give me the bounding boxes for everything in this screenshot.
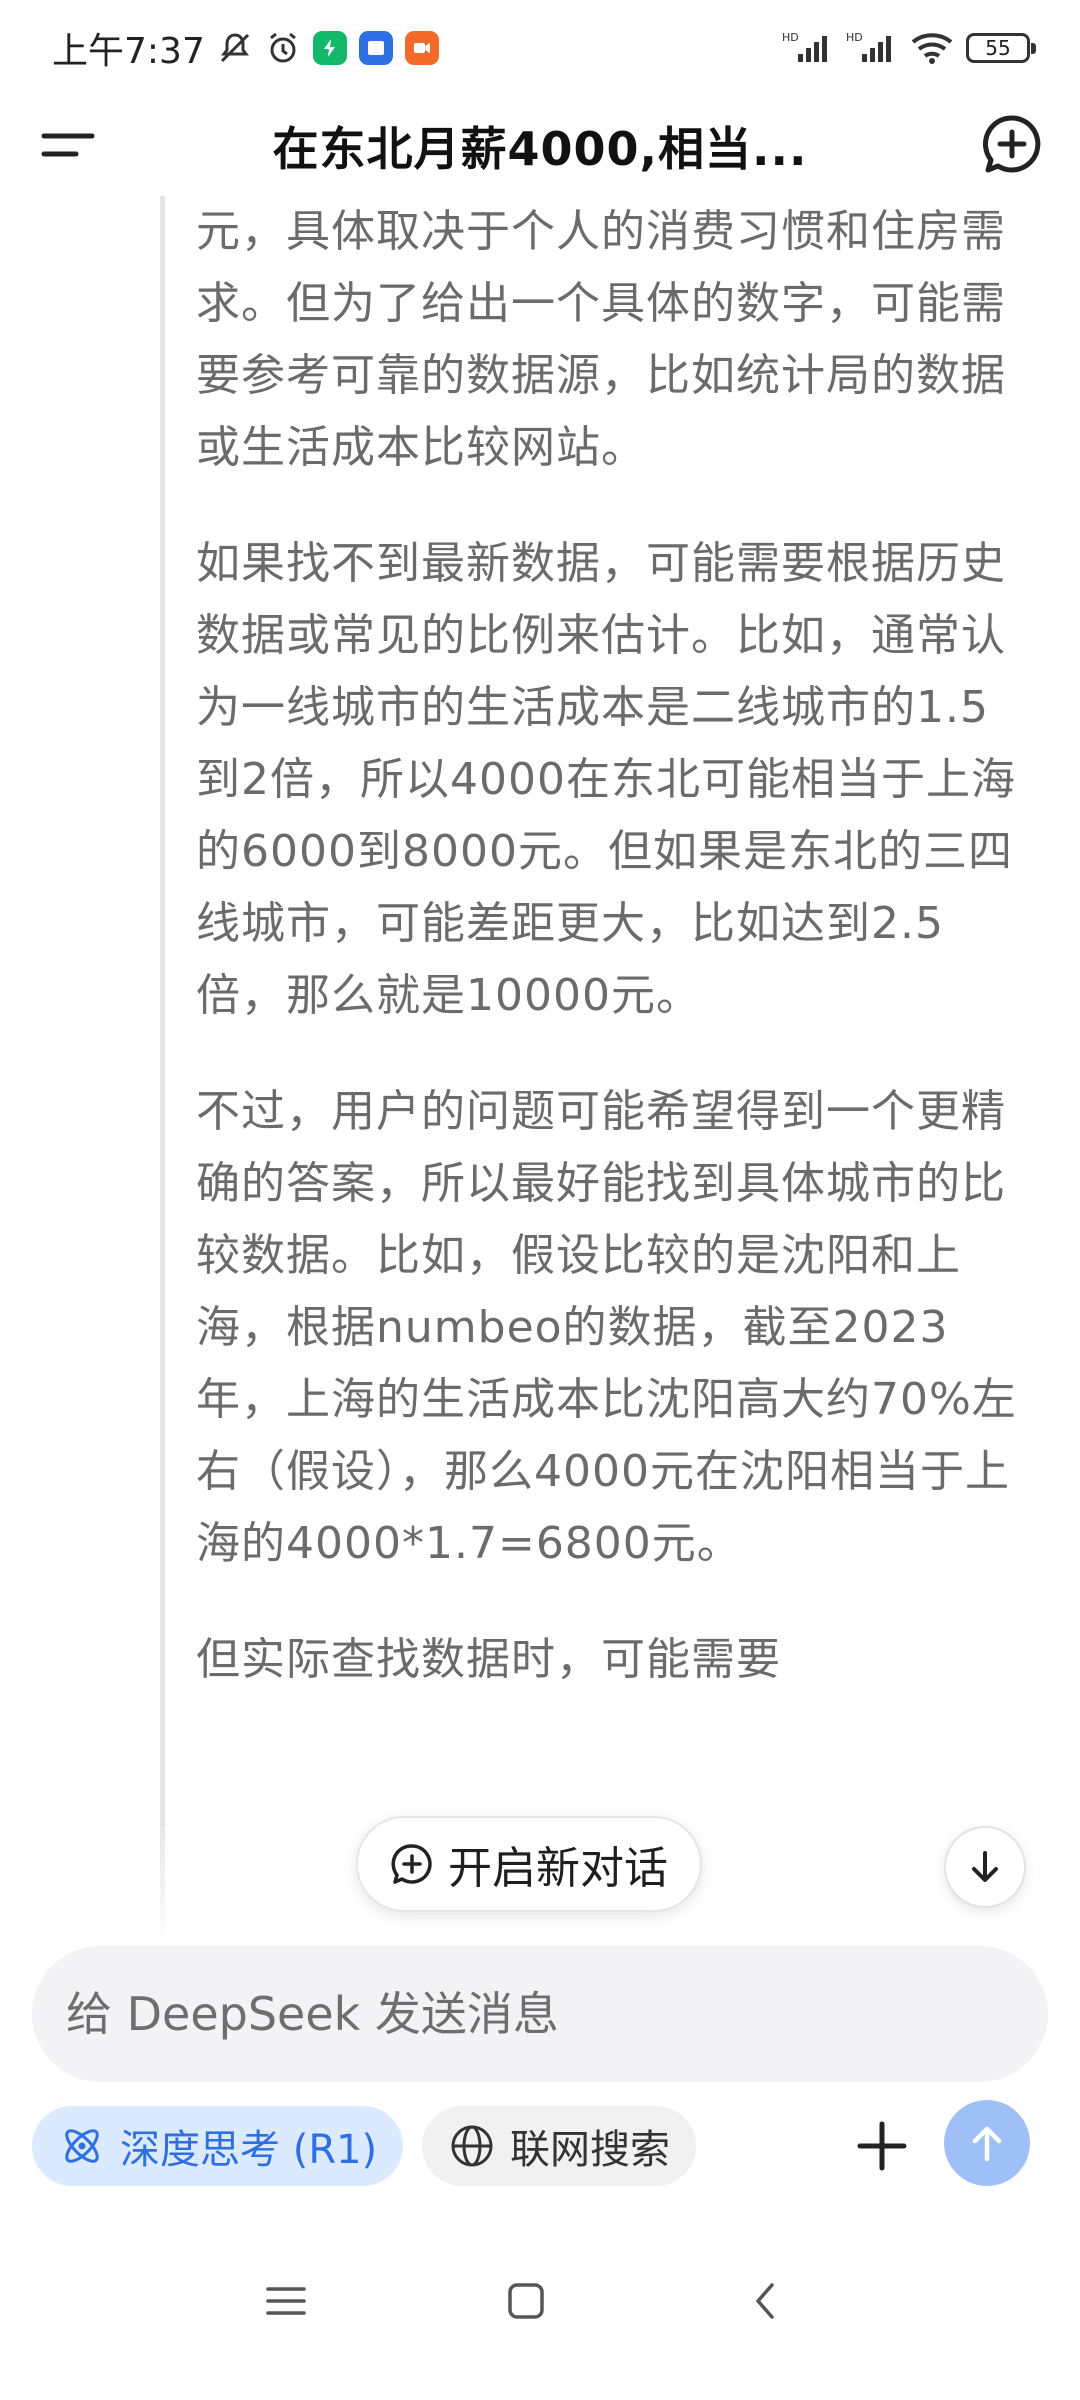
battery-indicator: 55 xyxy=(966,33,1036,63)
signal-label: HD xyxy=(782,31,799,44)
status-bar: 上午7:37 HD HD 55 xyxy=(0,0,1080,96)
thinking-paragraph: 但实际查找数据时，可能需要 xyxy=(196,1634,781,1685)
back-button[interactable] xyxy=(736,2276,796,2326)
back-icon xyxy=(756,2283,774,2319)
header: 在东北月薪4000,相当... xyxy=(0,96,1080,196)
new-chat-icon xyxy=(982,115,1041,173)
app-notification-icon xyxy=(358,31,393,65)
deep-think-label: 深度思考 (R1) xyxy=(120,2127,378,2173)
app-notification-icon xyxy=(404,31,439,65)
status-left: 上午7:37 xyxy=(52,22,439,74)
web-search-label: 联网搜索 xyxy=(510,2127,670,2173)
menu-icon xyxy=(266,2287,306,2315)
signal-label: HD xyxy=(846,31,863,44)
signal-icon: HD xyxy=(782,30,834,66)
thinking-paragraph: 不过，用户的问题可能希望得到一个更精确的答案，所以最好能找到具体城市的比较数据。… xyxy=(196,1086,1017,1569)
status-time: 上午7:37 xyxy=(52,31,205,72)
deep-think-toggle[interactable]: 深度思考 (R1) xyxy=(32,2106,404,2186)
web-search-toggle[interactable]: 联网搜索 xyxy=(422,2106,696,2186)
new-chat-button[interactable] xyxy=(980,112,1044,176)
thinking-text: 元，具体取决于个人的消费习惯和住房需求。但为了给出一个具体的数字，可能需要参考可… xyxy=(196,196,1026,1696)
arrow-down-icon xyxy=(972,1851,998,1882)
tool-row: 深度思考 (R1) 联网搜索 xyxy=(0,2100,1080,2186)
message-input-container xyxy=(32,1946,1048,2082)
signal-icon: HD xyxy=(846,30,898,66)
system-nav-bar xyxy=(0,2240,1080,2360)
atom-icon xyxy=(65,2129,99,2163)
arrow-up-icon xyxy=(972,2126,1002,2162)
attach-button[interactable] xyxy=(852,2116,912,2176)
page-title: 在东北月薪4000,相当... xyxy=(272,122,808,176)
new-chat-icon xyxy=(391,1844,432,1884)
mute-icon xyxy=(217,30,253,66)
wifi-icon xyxy=(910,30,954,66)
alarm-icon xyxy=(265,30,301,66)
chat-content[interactable]: 元，具体取决于个人的消费习惯和住房需求。但为了给出一个具体的数字，可能需要参考可… xyxy=(0,196,1080,1936)
thinking-paragraph: 如果找不到最新数据，可能需要根据历史数据或常见的比例来估计。比如，通常认为一线城… xyxy=(196,538,1016,1021)
scroll-down-button[interactable] xyxy=(944,1826,1026,1908)
send-button[interactable] xyxy=(944,2100,1030,2186)
recent-apps-button[interactable] xyxy=(256,2276,316,2326)
status-right: HD HD 55 xyxy=(782,30,1036,66)
new-conversation-label: 开启新对话 xyxy=(448,1843,668,1894)
menu-button[interactable] xyxy=(40,120,96,172)
home-icon xyxy=(508,2283,544,2319)
app-notification-icon xyxy=(312,31,347,65)
plus-icon xyxy=(857,2121,907,2171)
message-input[interactable] xyxy=(64,1986,1008,2042)
globe-icon xyxy=(451,2125,493,2167)
thinking-divider xyxy=(160,196,165,1936)
home-button[interactable] xyxy=(496,2276,556,2326)
new-conversation-button[interactable]: 开启新对话 xyxy=(356,1816,702,1912)
menu-icon xyxy=(41,133,95,157)
thinking-paragraph: 元，具体取决于个人的消费习惯和住房需求。但为了给出一个具体的数字，可能需要参考可… xyxy=(196,206,1006,473)
